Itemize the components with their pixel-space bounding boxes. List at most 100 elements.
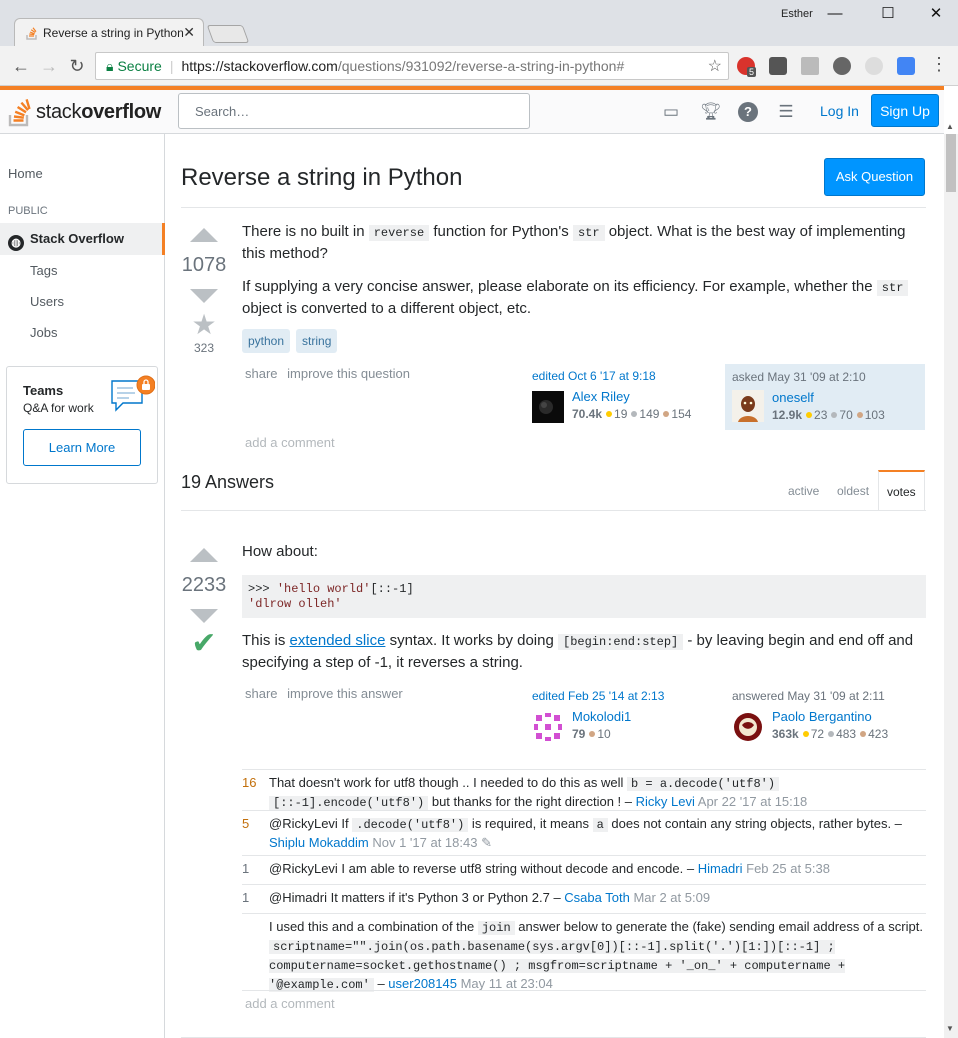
comment-user-link[interactable]: Csaba Toth bbox=[564, 890, 630, 905]
nav-home[interactable]: Home bbox=[8, 166, 43, 181]
site-switcher-icon[interactable]: ☰ bbox=[776, 102, 796, 122]
address-bar[interactable]: 🔒︎ Secure | https://stackoverflow.com/quest… bbox=[95, 52, 729, 80]
profile-name[interactable]: Esther bbox=[781, 8, 813, 20]
extended-slice-link[interactable]: extended slice bbox=[290, 632, 386, 649]
editor-name[interactable]: Mokolodi1 bbox=[572, 709, 631, 724]
answer-intro: How about: bbox=[242, 543, 318, 560]
add-comment-link[interactable]: add a comment bbox=[245, 435, 335, 450]
tag-python[interactable]: python bbox=[242, 329, 291, 353]
teams-chat-lock-icon bbox=[111, 375, 155, 412]
accepted-check-icon: ✔ bbox=[191, 627, 217, 660]
inbox-icon[interactable]: ▭ bbox=[661, 102, 681, 122]
downvote-arrow-icon[interactable] bbox=[190, 609, 218, 623]
stackoverflow-logo[interactable]: stackoverflow bbox=[8, 96, 161, 128]
comment-time: Feb 25 at 5:38 bbox=[746, 861, 830, 876]
editor-avatar[interactable] bbox=[532, 711, 564, 743]
reload-icon[interactable]: ↻ bbox=[66, 55, 88, 77]
achievements-trophy-icon[interactable]: 🏆︎ bbox=[700, 102, 722, 122]
left-sidebar: Home PUBLIC ◍ Stack Overflow Tags Users J… bbox=[0, 134, 165, 1038]
browser-tab[interactable]: Reverse a string in Python ✕ bbox=[14, 18, 204, 46]
signup-button[interactable]: Sign Up bbox=[871, 94, 939, 127]
question-paragraph-2: If supplying a very concise answer, plea… bbox=[242, 277, 926, 318]
scroll-down-icon[interactable]: ▼ bbox=[946, 1024, 954, 1033]
nav-tags[interactable]: Tags bbox=[30, 263, 57, 278]
tab-active[interactable]: active bbox=[788, 484, 819, 498]
new-tab-button[interactable] bbox=[206, 25, 250, 43]
share-link[interactable]: share bbox=[245, 686, 278, 701]
comment-user-link[interactable]: user208145 bbox=[388, 976, 457, 991]
upvote-arrow-icon[interactable] bbox=[190, 228, 218, 242]
answers-divider bbox=[181, 510, 926, 511]
question-vote-cell: 1078 ★ 323 bbox=[181, 228, 227, 355]
comment: 1 @RickyLevi I am able to reverse utf8 s… bbox=[242, 855, 926, 884]
answerer-name[interactable]: Paolo Bergantino bbox=[772, 709, 872, 724]
comment-user-link[interactable]: Shiplu Mokaddim bbox=[269, 835, 369, 850]
help-icon[interactable]: ? bbox=[738, 102, 758, 122]
question-title[interactable]: Reverse a string in Python bbox=[181, 164, 462, 192]
answer-post-menu: share improve this answer bbox=[245, 686, 409, 701]
editor-avatar[interactable] bbox=[532, 391, 564, 423]
favorite-star-icon[interactable]: ★ bbox=[181, 311, 227, 339]
comment-user-link[interactable]: Ricky Levi bbox=[636, 794, 695, 809]
scrollbar-thumb[interactable] bbox=[946, 134, 956, 192]
answer-sort-tabs: active oldest votes bbox=[781, 470, 926, 511]
upvote-arrow-icon[interactable] bbox=[190, 548, 218, 562]
bookmark-star-icon[interactable]: ☆ bbox=[708, 56, 722, 76]
nav-stackoverflow[interactable]: ◍ Stack Overflow bbox=[0, 223, 165, 255]
asker-reputation: 12.9k 23 70 103 bbox=[772, 408, 885, 422]
comment-body: I used this and a combination of the joi… bbox=[269, 919, 923, 992]
comment-body: @RickyLevi I am able to reverse utf8 str… bbox=[269, 861, 830, 876]
edit-pencil-icon: ✎ bbox=[481, 835, 492, 850]
improve-answer-link[interactable]: improve this answer bbox=[287, 686, 403, 701]
page-scrollbar[interactable]: ▲ ▼ bbox=[944, 122, 958, 1038]
answer-body: This is extended slice syntax. It works … bbox=[242, 632, 914, 671]
editor-name[interactable]: Alex Riley bbox=[572, 389, 630, 404]
editor-reputation: 70.4k 19 149 154 bbox=[572, 407, 692, 421]
inline-code: str bbox=[572, 225, 605, 241]
extension-icon[interactable] bbox=[865, 57, 883, 75]
comment: I used this and a combination of the joi… bbox=[242, 913, 926, 992]
answer-owner-signature: answered May 31 '09 at 2:11 Paolo Bergan… bbox=[732, 689, 932, 755]
question-vote-count: 1078 bbox=[181, 254, 227, 276]
maximize-icon[interactable]: ☐ bbox=[878, 4, 898, 24]
forward-arrow-icon[interactable]: → bbox=[38, 55, 60, 77]
tab-votes[interactable]: votes bbox=[878, 470, 925, 511]
answerer-avatar[interactable] bbox=[732, 711, 764, 743]
share-link[interactable]: share bbox=[245, 366, 278, 381]
comment-user-link[interactable]: Himadri bbox=[698, 861, 743, 876]
translate-extension-icon[interactable] bbox=[897, 57, 915, 75]
asker-name[interactable]: oneself bbox=[772, 390, 814, 405]
search-input[interactable] bbox=[178, 93, 530, 129]
back-arrow-icon[interactable]: ← bbox=[10, 55, 32, 77]
edited-time-link[interactable]: edited Oct 6 '17 at 9:18 bbox=[532, 369, 656, 383]
edited-time-link[interactable]: edited Feb 25 '14 at 2:13 bbox=[532, 689, 664, 703]
browser-tabbar: Reverse a string in Python ✕ Esther — ☐ … bbox=[0, 0, 958, 46]
tab-oldest[interactable]: oldest bbox=[837, 484, 869, 498]
comment-score: 5 bbox=[242, 816, 250, 831]
browser-menu-icon[interactable]: ⋮ bbox=[930, 54, 948, 75]
nav-jobs[interactable]: Jobs bbox=[30, 325, 57, 340]
extension-badge: 5 bbox=[747, 67, 757, 77]
add-comment-link[interactable]: add a comment bbox=[245, 995, 900, 1012]
asker-avatar[interactable] bbox=[732, 390, 764, 422]
ask-question-button[interactable]: Ask Question bbox=[824, 158, 925, 196]
scroll-up-icon[interactable]: ▲ bbox=[946, 122, 954, 131]
comment-score: 16 bbox=[242, 775, 257, 790]
close-window-icon[interactable]: ✕ bbox=[926, 4, 946, 24]
minimize-icon[interactable]: — bbox=[825, 4, 845, 24]
tag-string[interactable]: string bbox=[296, 329, 338, 353]
learn-more-button[interactable]: Learn More bbox=[23, 429, 141, 466]
teams-title: Teams bbox=[23, 383, 64, 398]
close-tab-icon[interactable]: ✕ bbox=[183, 24, 195, 41]
timer-extension-icon[interactable] bbox=[833, 57, 851, 75]
downvote-arrow-icon[interactable] bbox=[190, 289, 218, 303]
inline-code: [begin:end:step] bbox=[558, 634, 684, 650]
improve-question-link[interactable]: improve this question bbox=[287, 366, 410, 381]
comment-time: Nov 1 '17 at 18:43 bbox=[372, 835, 478, 850]
login-link[interactable]: Log In bbox=[820, 103, 859, 119]
pdf-extension-icon[interactable] bbox=[801, 57, 819, 75]
nav-users[interactable]: Users bbox=[30, 294, 64, 309]
pocket-extension-icon[interactable] bbox=[769, 57, 787, 75]
teams-promo: Teams Q&A for work Learn More bbox=[6, 366, 158, 484]
secure-label: Secure bbox=[117, 58, 162, 74]
